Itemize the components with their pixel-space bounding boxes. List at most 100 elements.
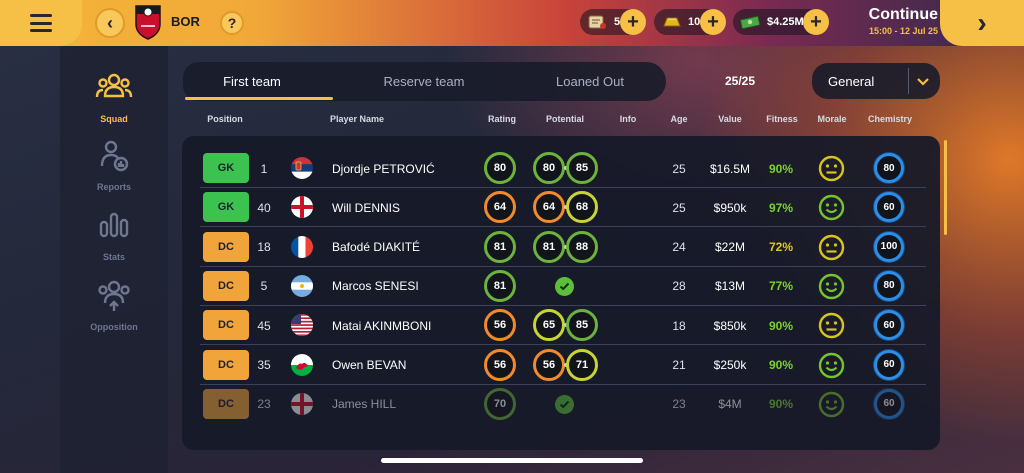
sidebar-item-reports[interactable]: Reports — [60, 138, 168, 192]
tab-reserve-team[interactable]: Reserve team — [353, 62, 495, 101]
position-chip: DC — [203, 310, 249, 341]
usa-flag-icon — [291, 314, 313, 337]
table-row[interactable]: DC 35 Owen BEVAN 56 56 71 21 $250k 90% 60 — [200, 346, 926, 385]
check-icon — [555, 394, 574, 414]
player-name[interactable]: Bafodé DIAKITÉ — [332, 228, 420, 267]
add-gold-bars-button[interactable]: + — [700, 9, 726, 35]
rating-ring: 81 — [484, 269, 516, 302]
position-chip: GK — [203, 192, 249, 223]
morale-happy-icon — [818, 194, 845, 221]
player-value: $250k — [713, 358, 747, 372]
back-button[interactable]: ‹ — [95, 8, 125, 38]
player-age: 25 — [672, 161, 686, 176]
sidebar-item-opposition[interactable]: Opposition — [60, 278, 168, 332]
rating-ring: 56 — [484, 348, 516, 381]
sidebar-item-squad[interactable]: Squad — [60, 70, 168, 124]
sidebar-item-stats[interactable]: Stats — [60, 208, 168, 262]
chemistry-ring: 100 — [874, 231, 904, 262]
currency-scout-packs: 5 + — [580, 9, 646, 35]
player-fitness: 90% — [768, 318, 794, 333]
player-name[interactable]: Will DENNIS — [332, 188, 400, 227]
column-header-player-name[interactable]: Player Name — [330, 114, 394, 124]
gold-bar-icon — [663, 17, 681, 27]
potential-min-ring: 81 — [533, 230, 565, 263]
currency-cash: $4.25M + — [733, 9, 829, 35]
position-chip: GK — [203, 153, 249, 183]
add-scout-packs-button[interactable]: + — [620, 9, 646, 35]
morale-happy-icon — [818, 391, 845, 418]
view-select[interactable]: General — [812, 63, 940, 99]
player-age: 28 — [672, 279, 686, 294]
column-header-info[interactable]: Info — [612, 114, 644, 124]
tab-loaned-out[interactable]: Loaned Out — [521, 62, 659, 101]
reports-icon — [100, 140, 129, 172]
column-header-morale[interactable]: Morale — [812, 114, 852, 124]
chemistry-ring: 60 — [874, 349, 904, 380]
table-row[interactable]: DC 45 Matai AKINMBONI 56 65 85 18 $850k 90% 60 — [200, 306, 926, 346]
column-header-chemistry[interactable]: Chemistry — [862, 114, 918, 124]
chevron-down-icon — [909, 77, 937, 86]
england-flag-icon — [291, 196, 313, 219]
player-age: 25 — [672, 200, 686, 215]
position-chip: DC — [203, 388, 249, 419]
potential-max-ring: 85 — [566, 152, 598, 184]
player-name[interactable]: Matai AKINMBONI — [332, 306, 431, 345]
tab-first-team[interactable]: First team — [183, 62, 321, 101]
rating-ring: 80 — [484, 152, 516, 184]
table-row[interactable]: GK 40 Will DENNIS 64 64 68 25 $950k 97% 60 — [200, 188, 926, 228]
currency-value: $4.25M — [767, 16, 804, 28]
player-value: $22M — [714, 240, 746, 255]
scrollbar[interactable] — [944, 140, 947, 235]
potential-min-ring: 64 — [533, 191, 565, 224]
wales-flag-icon — [291, 353, 313, 376]
morale-neutral-icon — [818, 312, 845, 339]
continue-date: 15:00 - 12 Jul 25 — [868, 26, 938, 36]
column-header-fitness[interactable]: Fitness — [760, 114, 804, 124]
table-row[interactable]: DC 5 Marcos SENESI 81 28 $13M 77% 80 — [200, 267, 926, 306]
shirt-number: 23 — [257, 397, 271, 412]
table-row[interactable]: DC 18 Bafodé DIAKITÉ 81 81 88 24 $22M 72% 100 — [200, 228, 926, 267]
potential-max-ring: 68 — [566, 191, 598, 224]
table-row[interactable]: DC 23 James HILL 70 23 $4M 90% 60 — [200, 385, 926, 424]
help-button[interactable]: ? — [220, 11, 244, 35]
player-fitness: 77% — [768, 279, 794, 294]
squad-icon — [95, 73, 133, 98]
cash-icon — [740, 15, 761, 30]
player-fitness: 90% — [768, 397, 794, 412]
view-select-value: General — [828, 73, 875, 89]
continue-label[interactable]: Continue — [850, 6, 938, 24]
shirt-number: 45 — [257, 318, 271, 333]
rating-ring: 64 — [484, 191, 516, 224]
continue-info[interactable]: Continue 15:00 - 12 Jul 25 — [850, 6, 938, 36]
club-abbreviation: BOR — [171, 14, 200, 29]
player-name[interactable]: James HILL — [332, 385, 396, 424]
column-header-value[interactable]: Value — [710, 114, 750, 124]
player-fitness: 97% — [768, 200, 794, 215]
potential-max-ring: 85 — [566, 309, 598, 342]
column-header-age[interactable]: Age — [662, 114, 696, 124]
column-header-potential[interactable]: Potential — [537, 114, 593, 124]
player-value: $13M — [714, 279, 746, 294]
table-row[interactable]: GK 1 Djordje PETROVIĆ 80 80 85 25 $16.5M 90% 80 — [200, 149, 926, 188]
player-name[interactable]: Marcos SENESI — [332, 267, 419, 306]
home-indicator — [381, 458, 643, 463]
continue-button[interactable]: › — [940, 0, 1024, 46]
rating-ring: 70 — [484, 387, 516, 420]
position-chip: DC — [203, 231, 249, 262]
player-name[interactable]: Djordje PETROVIĆ — [332, 149, 435, 188]
serbia-flag-icon — [291, 157, 313, 179]
column-header-position[interactable]: Position — [195, 114, 255, 124]
shirt-number: 18 — [257, 240, 271, 255]
chemistry-ring: 80 — [874, 270, 904, 301]
menu-button[interactable] — [0, 0, 82, 46]
player-age: 23 — [672, 397, 686, 412]
player-name[interactable]: Owen BEVAN — [332, 346, 406, 385]
add-cash-button[interactable]: + — [803, 9, 829, 35]
team-tabs: First team Reserve team Loaned Out — [183, 62, 666, 101]
column-header-rating[interactable]: Rating — [481, 114, 523, 124]
sidebar-item-label: Opposition — [90, 322, 138, 332]
sidebar-item-label: Stats — [102, 252, 125, 262]
potential-min-ring: 56 — [533, 348, 565, 381]
sidebar: Squad Reports Stats Opposition — [60, 46, 168, 473]
position-chip: DC — [203, 270, 249, 301]
